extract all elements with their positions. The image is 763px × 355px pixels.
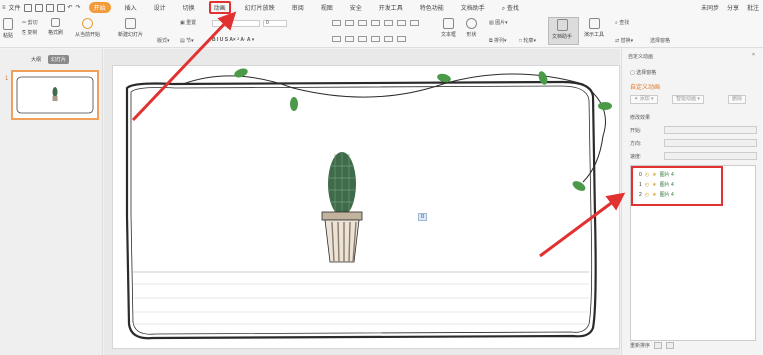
arrow-to-animation-tab — [131, 11, 237, 122]
arrow-to-animation-list — [539, 192, 626, 258]
annotation-arrows — [131, 11, 626, 258]
